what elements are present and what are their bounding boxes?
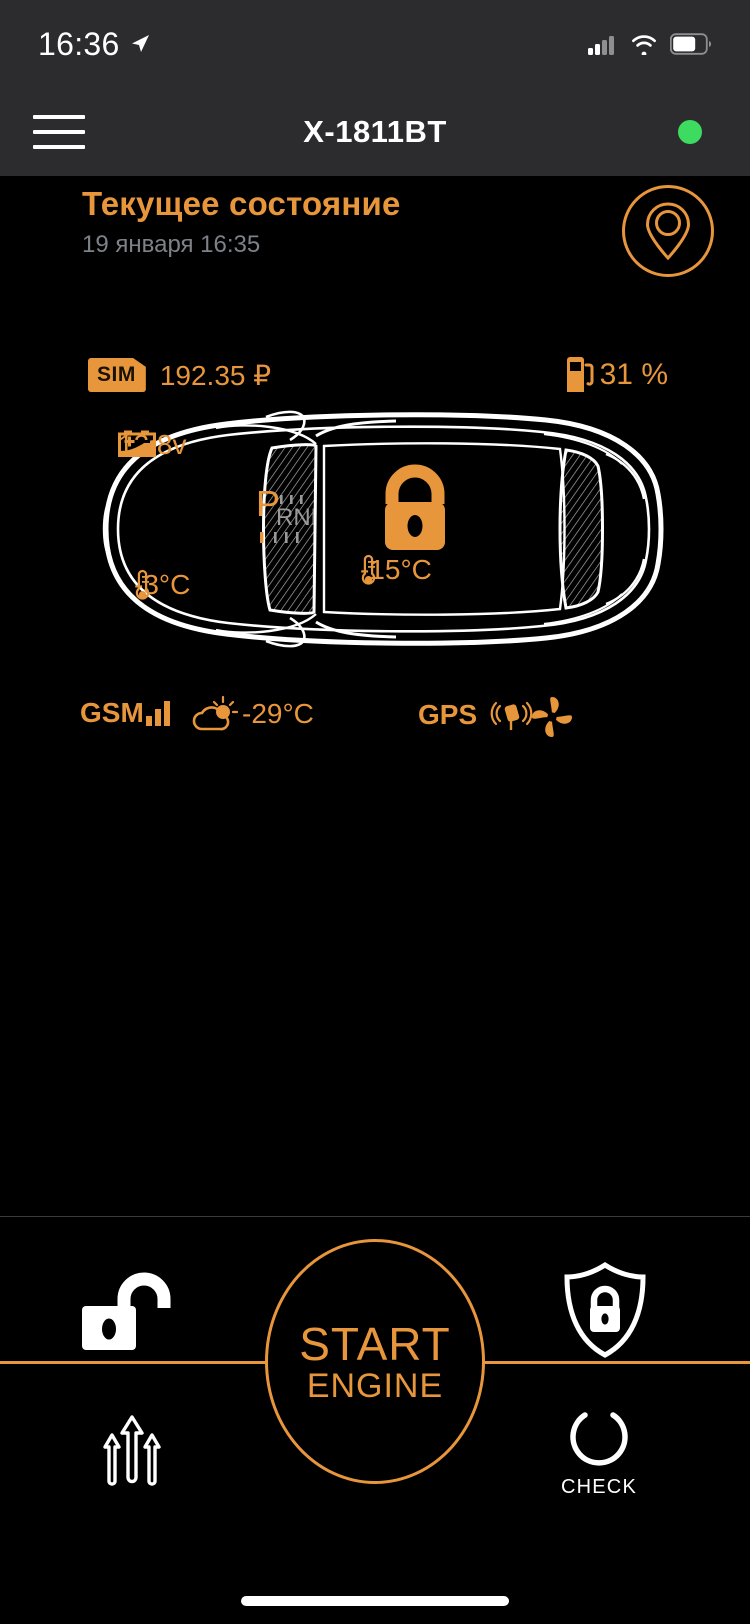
wifi-icon	[632, 35, 656, 55]
padlock-unlocked-icon	[82, 1272, 171, 1350]
fuel-level-group: 31 %	[564, 356, 668, 394]
heater-button[interactable]	[82, 1399, 182, 1499]
padlock-locked-icon	[385, 464, 445, 550]
app-header: X-1811BT	[0, 88, 750, 176]
heater-arrows-icon	[103, 1415, 161, 1486]
weather-temp-value: -29°C	[242, 698, 314, 729]
control-panel: START ENGINE CHECK	[0, 1216, 750, 1624]
weather-group: -29°C	[190, 695, 314, 733]
cellular-bars-icon	[588, 36, 614, 55]
guard-mode-button[interactable]	[550, 1257, 660, 1362]
location-arrow-icon	[131, 35, 149, 52]
telemetry-top-row: SIM 192.35 ₽ 31 %	[0, 356, 750, 408]
clock: 16:36	[38, 25, 120, 62]
sim-chip-icon: SIM	[88, 358, 146, 392]
car-battery-icon	[118, 430, 156, 457]
engine-temp-group: -3°C	[134, 569, 190, 601]
ventilation-status	[530, 695, 574, 739]
section-timestamp: 19 января 16:35	[82, 231, 261, 258]
signal-bars-icon	[145, 700, 170, 726]
hamburger-menu-icon[interactable]	[33, 115, 85, 149]
battery-voltage-group: 12.8v	[118, 429, 187, 461]
start-engine-line2: ENGINE	[306, 1366, 444, 1405]
gps-status-group: GPS	[418, 697, 535, 733]
battery-icon	[670, 33, 712, 55]
home-indicator	[241, 1596, 509, 1606]
app-screen: 16:36 X-1811BT Текущее состояние 19 янва…	[0, 0, 750, 1624]
check-status-button[interactable]: CHECK	[544, 1397, 654, 1507]
status-bar-right	[588, 33, 712, 55]
map-location-button[interactable]	[622, 185, 714, 277]
section-header: Текущее состояние 19 января 16:35	[82, 185, 401, 259]
check-circle-icon	[570, 1411, 628, 1466]
map-pin-icon	[645, 202, 691, 261]
status-indicator-row: GSM -29°C GPS	[0, 691, 750, 747]
car-diagram: 12.8v -3°C -15°C	[66, 404, 684, 654]
ios-status-bar: 16:36	[0, 0, 750, 88]
gps-label: GPS	[418, 699, 478, 730]
section-title: Текущее состояние	[82, 185, 401, 222]
satellite-icon	[490, 701, 533, 730]
shield-lock-icon	[564, 1261, 646, 1358]
fuel-pump-icon	[566, 357, 594, 392]
start-engine-line1: START	[299, 1317, 451, 1370]
sim-balance-value: 192.35 ₽	[159, 359, 272, 391]
gear-other-labels: RND	[276, 504, 314, 531]
check-button-label: CHECK	[560, 1475, 637, 1498]
thermometer-icon	[135, 569, 150, 600]
main-content: Текущее состояние 19 января 16:35 SIM 19…	[0, 176, 750, 1216]
sun-behind-cloud-icon	[192, 695, 239, 731]
status-bar-left: 16:36	[38, 26, 151, 63]
page-title: X-1811BT	[303, 114, 447, 149]
unlock-doors-button[interactable]	[72, 1265, 192, 1355]
start-engine-button[interactable]: START ENGINE	[265, 1239, 485, 1484]
fuel-level-value: 31 %	[599, 358, 668, 391]
gsm-status-group: GSM	[80, 697, 170, 729]
connection-status-dot	[678, 120, 702, 144]
fan-pinwheel-icon	[532, 697, 572, 737]
thermometer-icon	[361, 554, 376, 585]
cabin-temp-group: -15°C	[360, 554, 432, 586]
gsm-label: GSM	[80, 697, 144, 728]
sim-balance-group: SIM 192.35 ₽	[88, 358, 271, 392]
